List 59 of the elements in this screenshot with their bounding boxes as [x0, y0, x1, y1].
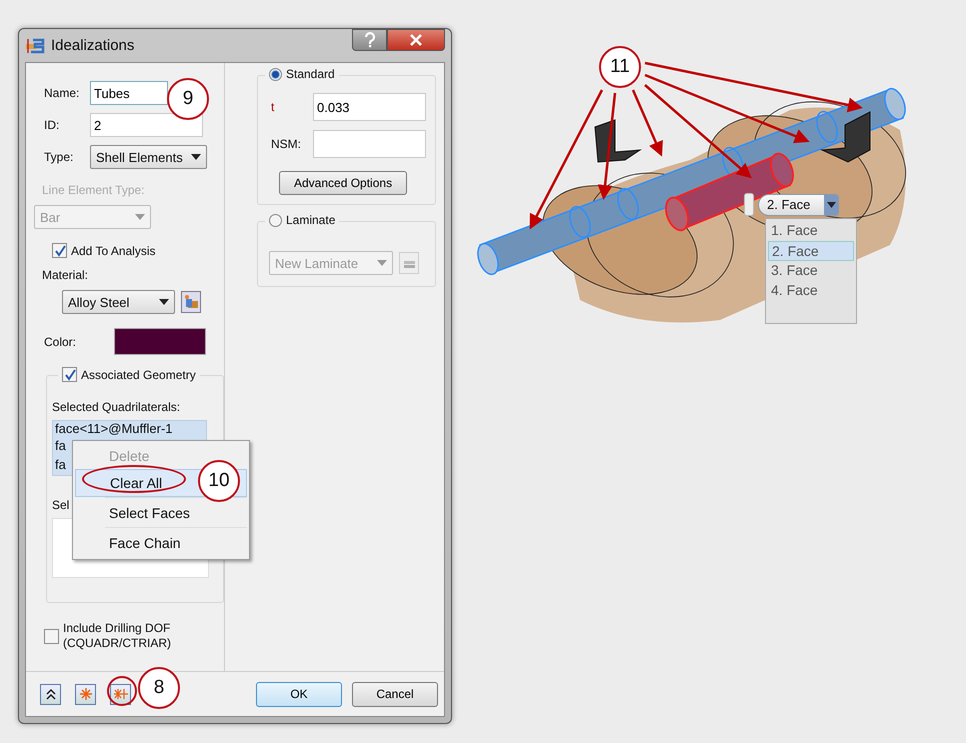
field-label: Type: [44, 150, 74, 164]
caret-icon [377, 260, 387, 266]
menu-item[interactable]: Face Chain [105, 527, 247, 557]
highlight-circle [107, 676, 137, 706]
material-dropdown[interactable]: Alloy Steel [62, 290, 175, 314]
sparkle-box-icon [183, 294, 199, 310]
field-label: Line Element Type: [42, 183, 146, 197]
close-button[interactable] [387, 29, 445, 51]
caret-icon [826, 202, 836, 208]
field-label: NSM: [271, 137, 302, 151]
window-title: Idealizations [51, 37, 134, 54]
list-label: Selected Quadrilaterals: [52, 400, 180, 414]
caret-icon [135, 214, 145, 220]
list-option[interactable]: 3. Face [768, 261, 854, 281]
sparkle-icon [80, 688, 92, 700]
checkbox[interactable] [44, 628, 59, 644]
text-field[interactable]: 0.033 [313, 93, 426, 121]
field-label: Name: [44, 86, 80, 100]
text-field[interactable] [313, 130, 426, 158]
dropdown[interactable]: Shell Elements [90, 145, 207, 169]
list-label: Sel [52, 498, 70, 512]
list-option[interactable]: 1. Face [768, 221, 854, 241]
dialog-button[interactable]: OK [256, 682, 342, 706]
drag-handle[interactable] [744, 193, 754, 216]
sparkles-icon [114, 688, 128, 700]
collapse-button[interactable] [40, 684, 61, 704]
help-button[interactable] [352, 29, 387, 51]
help-icon [364, 32, 376, 48]
checkbox[interactable] [62, 367, 77, 382]
field-label: ID: [44, 118, 60, 132]
radio-label: Laminate [286, 213, 336, 227]
highlight-all-button[interactable] [110, 684, 131, 704]
checkbox[interactable] [52, 243, 67, 258]
radio-label: Standard [286, 67, 335, 81]
callout-number: 11 [599, 46, 641, 88]
list-option[interactable]: 2. Face [768, 241, 854, 261]
close-icon [409, 34, 423, 46]
checkbox-label: Associated Geometry [81, 368, 196, 382]
checkbox-label: Include Drilling DOF (CQUADR/CTRIAR) [63, 621, 171, 651]
list-option[interactable]: 4. Face [768, 281, 854, 301]
field-label: t [271, 100, 276, 114]
field-label: Color: [44, 334, 78, 348]
caret-icon [159, 299, 169, 305]
list-item[interactable]: face<11>@Muffler-1 [55, 422, 204, 436]
color-swatch[interactable] [114, 328, 206, 355]
checkbox-label: Add To Analysis [71, 244, 156, 258]
highlight-button[interactable] [75, 684, 96, 704]
text-field[interactable]: 2 [90, 113, 203, 137]
caret-icon [191, 154, 201, 160]
radio-button[interactable] [269, 68, 282, 80]
material-library-button[interactable] [181, 291, 201, 313]
radio-button[interactable] [269, 214, 282, 226]
face-dropdown[interactable]: 2. Face [758, 194, 839, 216]
advanced-options-button[interactable]: Advanced Options [279, 171, 408, 195]
dialog-button[interactable]: Cancel [352, 682, 438, 706]
double-chevron-up-icon [46, 688, 56, 700]
app-icon [25, 36, 45, 54]
field-label: Material: [42, 268, 90, 282]
text-field[interactable]: Tubes [90, 81, 168, 105]
